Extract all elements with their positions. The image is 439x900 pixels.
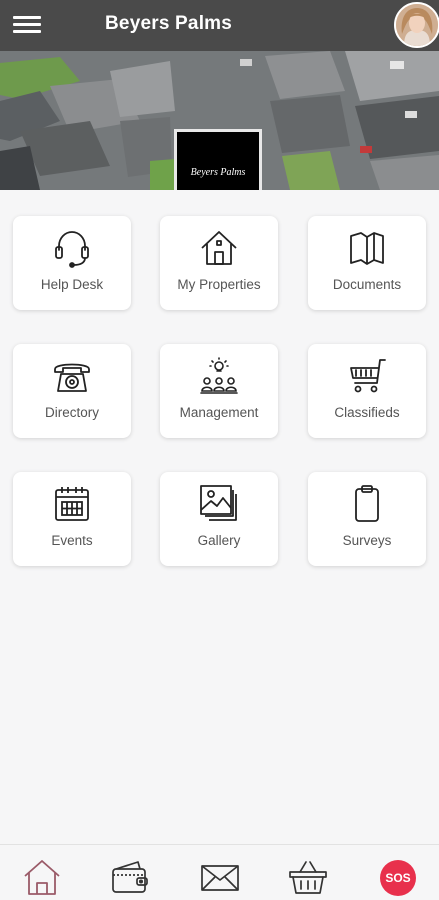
mail-icon[interactable] <box>200 858 240 896</box>
sos-button[interactable]: SOS <box>380 860 416 896</box>
bottom-navigation: SOS <box>0 844 439 900</box>
tile-events[interactable]: Events <box>13 472 131 566</box>
gallery-icon <box>200 485 237 521</box>
shopping-cart-icon <box>350 359 386 393</box>
tile-label: Management <box>179 405 259 420</box>
basket-icon[interactable] <box>288 858 328 896</box>
user-avatar[interactable] <box>394 2 439 48</box>
hamburger-menu-icon[interactable] <box>13 14 41 36</box>
book-icon <box>350 232 384 265</box>
community-logo: Beyers Palms <box>174 129 262 190</box>
team-lightbulb-icon <box>200 357 238 394</box>
tile-label: Directory <box>44 405 99 420</box>
tile-my-properties[interactable]: My Properties <box>160 216 278 310</box>
tile-gallery[interactable]: Gallery <box>160 472 278 566</box>
tile-label: Surveys <box>342 533 392 548</box>
hero-banner: Beyers Palms <box>0 51 439 190</box>
house-icon <box>201 231 237 265</box>
tile-management[interactable]: Management <box>160 344 278 438</box>
tile-directory[interactable]: Directory <box>13 344 131 438</box>
tile-label: Help Desk <box>40 277 104 292</box>
clipboard-icon <box>355 485 379 522</box>
tile-classifieds[interactable]: Classifieds <box>308 344 426 438</box>
logo-text: Beyers Palms <box>190 166 246 178</box>
tile-surveys[interactable]: Surveys <box>308 472 426 566</box>
tile-label: Documents <box>332 277 402 292</box>
tile-label: Gallery <box>197 533 241 548</box>
app-title: Beyers Palms <box>105 13 233 34</box>
app-screen: Beyers Palms Beyers Palms Help Desk My P… <box>0 0 439 900</box>
tile-label: Classifieds <box>334 405 400 420</box>
telephone-icon <box>54 363 90 392</box>
wallet-icon[interactable] <box>110 858 150 896</box>
home-icon[interactable] <box>22 858 62 896</box>
tile-help-desk[interactable]: Help Desk <box>13 216 131 310</box>
tile-documents[interactable]: Documents <box>308 216 426 310</box>
headset-icon <box>55 231 89 268</box>
tile-label: Events <box>51 533 93 548</box>
top-app-bar: Beyers Palms <box>0 0 439 51</box>
calendar-icon <box>55 487 89 521</box>
tile-label: My Properties <box>177 277 261 292</box>
